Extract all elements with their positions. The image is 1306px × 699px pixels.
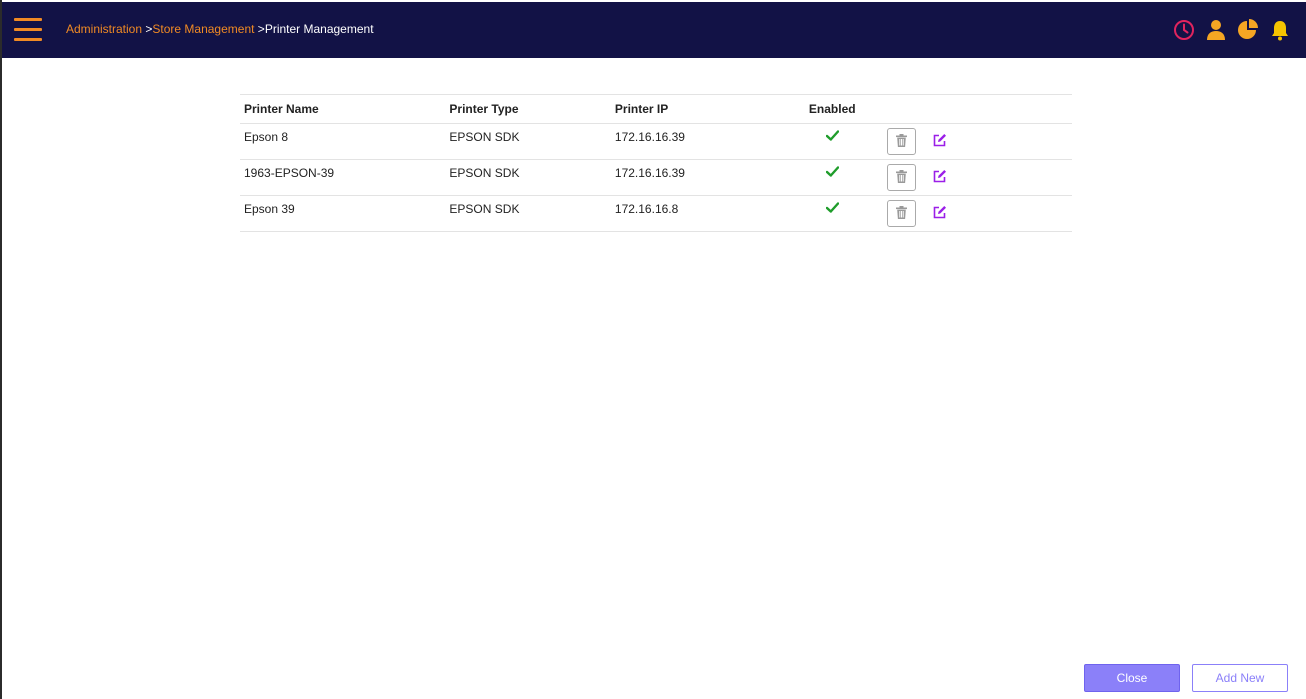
trash-icon (895, 169, 907, 186)
cell-printer-type: EPSON SDK (445, 123, 611, 160)
column-header-actions (876, 94, 1072, 124)
add-new-button[interactable]: Add New (1192, 664, 1288, 692)
edit-printer-button[interactable] (932, 206, 948, 222)
column-header-printer-type: Printer Type (445, 94, 611, 124)
edit-icon (933, 205, 947, 222)
table-row: Epson 39 EPSON SDK 172.16.16.8 (240, 195, 1072, 232)
cell-actions (876, 195, 1072, 232)
edit-icon (933, 133, 947, 150)
checkmark-icon (825, 202, 839, 216)
window-left-border (0, 0, 2, 699)
close-button[interactable]: Close (1084, 664, 1180, 692)
column-header-enabled: Enabled (787, 94, 877, 124)
cell-printer-type: EPSON SDK (445, 195, 611, 232)
printer-table-container: Printer Name Printer Type Printer IP Ena… (240, 94, 1072, 232)
breadcrumb-store-management[interactable]: Store Management (152, 22, 254, 36)
delete-printer-button[interactable] (886, 200, 916, 227)
edit-printer-button[interactable] (932, 134, 948, 150)
cell-printer-type: EPSON SDK (445, 159, 611, 196)
delete-printer-button[interactable] (886, 128, 916, 155)
app-window: Administration >Store Management >Printe… (0, 0, 1306, 699)
cell-printer-ip: 172.16.16.8 (610, 195, 788, 232)
cell-printer-name: Epson 39 (240, 195, 446, 232)
checkmark-icon (825, 166, 839, 180)
edit-printer-button[interactable] (932, 170, 948, 186)
column-header-printer-name: Printer Name (240, 94, 446, 124)
top-nav-bar: Administration >Store Management >Printe… (2, 2, 1306, 58)
hamburger-menu-icon[interactable] (14, 18, 42, 42)
trash-icon (895, 205, 907, 222)
breadcrumb: Administration >Store Management >Printe… (66, 22, 374, 36)
pie-chart-icon[interactable] (1236, 18, 1260, 42)
bell-icon[interactable] (1268, 18, 1292, 42)
trash-icon (895, 133, 907, 150)
checkmark-icon (825, 130, 839, 144)
cell-enabled (787, 195, 877, 232)
cell-printer-name: 1963-EPSON-39 (240, 159, 446, 196)
cell-actions (876, 123, 1072, 160)
edit-icon (933, 169, 947, 186)
printer-table: Printer Name Printer Type Printer IP Ena… (240, 94, 1072, 232)
breadcrumb-separator: > (257, 22, 265, 36)
clock-icon[interactable] (1172, 18, 1196, 42)
user-icon[interactable] (1204, 18, 1228, 42)
delete-printer-button[interactable] (886, 164, 916, 191)
cell-enabled (787, 123, 877, 160)
cell-printer-ip: 172.16.16.39 (610, 123, 788, 160)
table-header-row: Printer Name Printer Type Printer IP Ena… (240, 94, 1072, 124)
cell-printer-ip: 172.16.16.39 (610, 159, 788, 196)
column-header-printer-ip: Printer IP (610, 94, 788, 124)
table-row: 1963-EPSON-39 EPSON SDK 172.16.16.39 (240, 159, 1072, 196)
cell-printer-name: Epson 8 (240, 123, 446, 160)
cell-enabled (787, 159, 877, 196)
table-row: Epson 8 EPSON SDK 172.16.16.39 (240, 123, 1072, 160)
header-icon-group (1172, 18, 1292, 42)
breadcrumb-printer-management: Printer Management (264, 22, 374, 36)
cell-actions (876, 159, 1072, 196)
breadcrumb-administration[interactable]: Administration (66, 22, 142, 36)
